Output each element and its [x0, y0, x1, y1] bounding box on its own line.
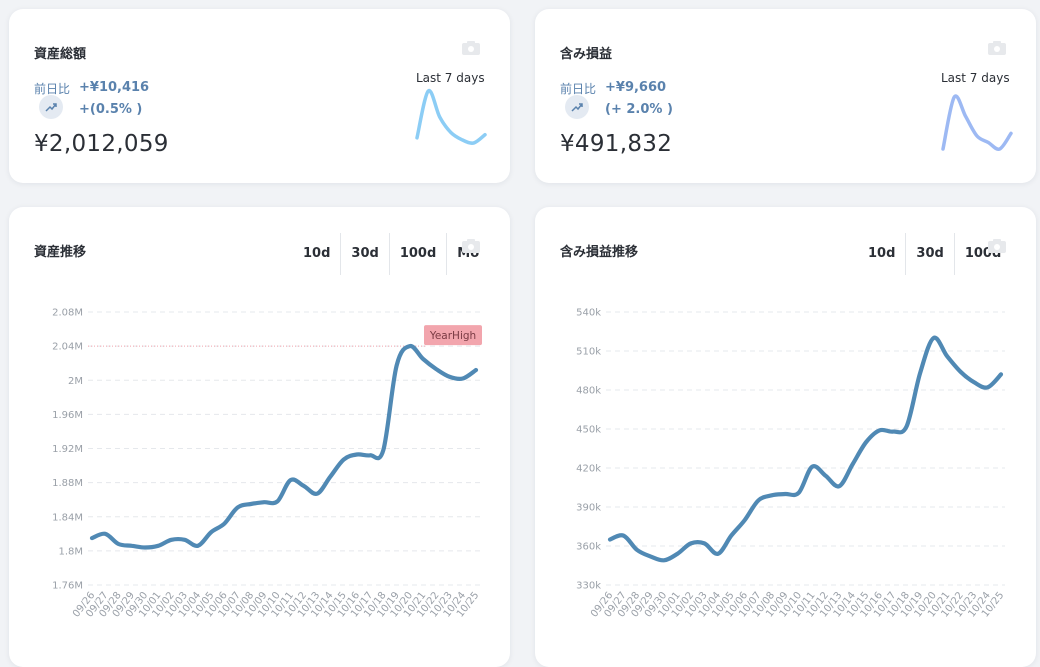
- card-title: 資産総額: [34, 47, 87, 62]
- y-tick-label: 540k: [576, 308, 601, 319]
- asset-trend-chart: 1.76M 1.8M 1.84M 1.88M 1.92M 1.96M 2M 2.04M 2.08…: [52, 308, 482, 620]
- spark-label: Last 7 days: [941, 71, 1010, 85]
- sparkline: [941, 94, 1013, 151]
- series-line: [89, 343, 479, 550]
- unrealized-pl-value: ¥491,832: [560, 131, 673, 157]
- pl-trend-chart: 330k360k390k420k450k480k510k540k09/2609/…: [576, 308, 1006, 620]
- sparkline: [415, 89, 487, 145]
- change-percent: (+ 2.0% ): [605, 102, 673, 117]
- y-tick-label: 1.76M: [52, 581, 83, 592]
- y-tick-label: 2M: [68, 376, 83, 387]
- y-tick-label: 360k: [576, 542, 601, 553]
- y-tick-label: 1.88M: [52, 478, 83, 489]
- y-tick-label: 450k: [576, 425, 601, 436]
- sparkline-path: [415, 89, 487, 145]
- y-tick-label: 1.8M: [58, 546, 83, 557]
- pl-trend-card: 含み損益推移 10d 30d 100d 330k 360k 390k 420k 450k…: [535, 207, 1036, 667]
- year-high-label: YearHigh: [429, 330, 476, 342]
- unrealized-pl-card: 含み損益 前日比 +¥9,660 (+ 2.0% ) ¥491,832 Last…: [535, 9, 1036, 183]
- y-tick-label: 330k: [576, 581, 601, 592]
- trend-up-icon: [39, 95, 63, 119]
- spark-label: Last 7 days: [416, 71, 485, 85]
- y-tick-label: 480k: [576, 386, 601, 397]
- sparkline-path: [941, 94, 1013, 151]
- change-amount: +¥10,416: [79, 80, 150, 95]
- total-assets-value: ¥2,012,059: [34, 131, 169, 157]
- y-tick-label: 1.84M: [52, 512, 83, 523]
- camera-icon[interactable]: [461, 40, 481, 56]
- change-percent: +(0.5% ): [79, 102, 143, 117]
- y-tick-label: 2.08M: [52, 308, 83, 319]
- y-tick-label: 2.04M: [52, 342, 83, 353]
- y-tick-label: 420k: [576, 464, 601, 475]
- y-tick-label: 390k: [576, 503, 601, 514]
- card-title: 含み損益: [560, 47, 613, 62]
- y-tick-label: 1.92M: [52, 444, 83, 455]
- total-assets-card: 資産総額 前日比 +¥10,416 +(0.5% ) ¥2,012,059 La…: [9, 9, 510, 183]
- asset-trend-card: 資産推移 10d 30d 100d Mo 1.76M 1.8M 1.84M 1.88M…: [9, 207, 510, 667]
- y-tick-label: 1.96M: [52, 410, 83, 421]
- camera-icon[interactable]: [987, 40, 1007, 56]
- change-amount: +¥9,660: [605, 80, 667, 95]
- trend-up-icon: [565, 95, 589, 119]
- series-line: [607, 335, 1004, 563]
- y-tick-label: 510k: [576, 347, 601, 358]
